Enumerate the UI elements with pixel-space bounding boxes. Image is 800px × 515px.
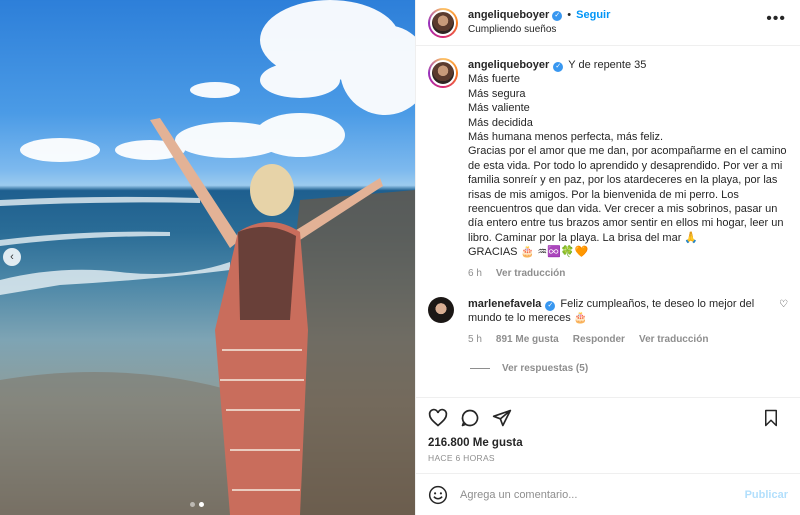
- caption-line: Más decidida: [468, 116, 533, 129]
- reply-button[interactable]: Responder: [573, 334, 625, 345]
- caption-text: angeliqueboyer ✓ Y de repente 35 Más fuert…: [468, 58, 788, 260]
- share-icon[interactable]: [492, 408, 512, 428]
- caption-line: Más valiente: [468, 102, 530, 115]
- comment-input[interactable]: Agrega un comentario...: [460, 489, 745, 501]
- verified-badge-icon: ✓: [553, 62, 564, 72]
- caption-line: Más fuerte: [468, 73, 520, 86]
- heart-icon[interactable]: [428, 408, 448, 428]
- translate-link[interactable]: Ver traducción: [639, 334, 708, 345]
- beach-scene: [0, 0, 415, 515]
- follow-button[interactable]: Seguir: [576, 8, 610, 23]
- avatar[interactable]: [428, 7, 458, 38]
- carousel-dot: [190, 502, 195, 507]
- more-options-icon[interactable]: •••: [766, 11, 786, 27]
- comment-time[interactable]: 5 h: [468, 334, 482, 345]
- post-details-panel: angeliqueboyer ✓ • Seguir Cumpliendo sue…: [415, 0, 800, 515]
- caption-line: GRACIAS 🎂 ♒♾️🍀🧡: [468, 246, 589, 259]
- caption-line: Y de repente 35: [568, 59, 647, 71]
- add-comment-bar: Agrega un comentario... Publicar: [416, 473, 800, 515]
- comment-entry: marlenefavela ✓ Feliz cumpleaños, te deseo…: [428, 296, 788, 345]
- action-bar: [416, 397, 800, 437]
- instagram-post-view: ‹ angeliqueboyer ✓ • Seguir Cumpliendo s…: [0, 0, 800, 515]
- caption-line: Más segura: [468, 87, 526, 100]
- caption-line: Más humana menos perfecta, más feliz.: [468, 131, 664, 144]
- post-header: angeliqueboyer ✓ • Seguir Cumpliendo sue…: [416, 0, 800, 46]
- carousel-dot-active: [199, 502, 204, 507]
- verified-badge-icon: ✓: [552, 10, 563, 21]
- comment-likes[interactable]: 891 Me gusta: [496, 334, 559, 345]
- replies-divider: [470, 367, 490, 369]
- translate-link[interactable]: Ver traducción: [496, 268, 565, 279]
- comment-text: marlenefavela ✓ Feliz cumpleaños, te deseo…: [468, 297, 788, 326]
- caption-username[interactable]: angeliqueboyer: [468, 59, 549, 71]
- comment-like-heart-icon[interactable]: ♡: [779, 299, 788, 310]
- likes-count[interactable]: 216.800 Me gusta: [416, 437, 800, 449]
- caption-time[interactable]: 6 h: [468, 268, 482, 279]
- comment-meta: 5 h 891 Me gusta Responder Ver traducció…: [468, 334, 788, 345]
- publish-button[interactable]: Publicar: [745, 489, 788, 501]
- view-replies-button[interactable]: Ver respuestas (5): [470, 363, 788, 374]
- avatar[interactable]: [428, 58, 458, 88]
- comment-username[interactable]: marlenefavela: [468, 298, 541, 310]
- comment-icon[interactable]: [460, 408, 480, 428]
- caption-line: Gracias por el amor que me dan, por acom…: [468, 145, 787, 244]
- bookmark-icon[interactable]: [762, 409, 780, 427]
- carousel-dots: [190, 502, 204, 507]
- comments-section: angeliqueboyer ✓ Y de repente 35 Más fuert…: [416, 46, 800, 397]
- post-username[interactable]: angeliqueboyer: [468, 8, 549, 23]
- post-photo[interactable]: ‹: [0, 0, 415, 515]
- separator-dot: •: [567, 9, 572, 22]
- caption-meta: 6 h Ver traducción: [468, 268, 788, 279]
- caption-entry: angeliqueboyer ✓ Y de repente 35 Más fuert…: [428, 58, 788, 279]
- post-location[interactable]: Cumpliendo sueños: [468, 23, 610, 37]
- view-replies-label[interactable]: Ver respuestas (5): [502, 363, 588, 374]
- post-timestamp: HACE 6 HORAS: [428, 453, 495, 463]
- avatar[interactable]: [428, 296, 454, 323]
- previous-photo-button[interactable]: ‹: [3, 248, 21, 266]
- emoji-icon[interactable]: [428, 485, 448, 505]
- verified-badge-icon: ✓: [545, 300, 556, 311]
